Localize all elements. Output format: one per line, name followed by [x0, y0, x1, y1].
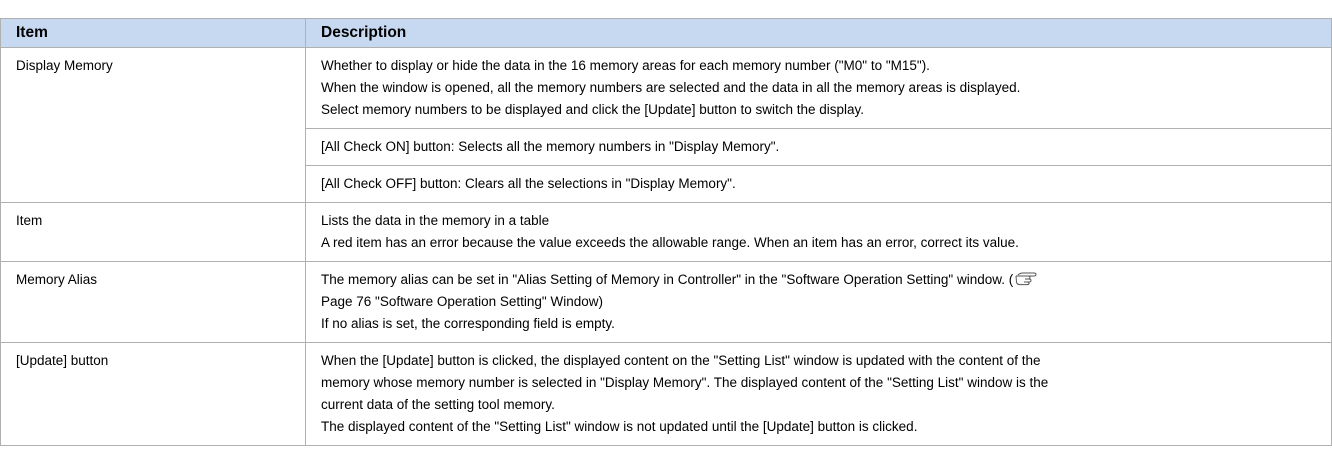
description-line: When the [Update] button is clicked, the… — [321, 353, 1041, 368]
item-cell: [Update] button — [0, 342, 306, 446]
description-cell: [All Check ON] button: Selects all the m… — [305, 128, 1332, 166]
description-text: The memory alias can be set in "Alias Se… — [321, 272, 1014, 287]
description-cell: Whether to display or hide the data in t… — [305, 47, 1332, 129]
description-cell: [All Check OFF] button: Clears all the s… — [305, 165, 1332, 203]
description-line: If no alias is set, the corresponding fi… — [321, 316, 615, 331]
item-cell: Item — [0, 202, 306, 262]
description-line: The memory alias can be set in "Alias Se… — [321, 269, 1323, 291]
description-cell: Lists the data in the memory in a table … — [305, 202, 1332, 262]
description-line: A red item has an error because the valu… — [321, 235, 1019, 250]
description-line: When the window is opened, all the memor… — [321, 80, 1021, 95]
description-line: current data of the setting tool memory. — [321, 397, 555, 412]
description-line: Whether to display or hide the data in t… — [321, 58, 930, 73]
spec-table: Item Description Display Memory Whether … — [0, 18, 1332, 446]
table-row: Display Memory Whether to display or hid… — [0, 47, 1332, 203]
description-line: Page 76 "Software Operation Setting" Win… — [321, 294, 603, 309]
description-line: [All Check OFF] button: Clears all the s… — [321, 176, 736, 191]
table-row: [Update] button When the [Update] button… — [0, 342, 1332, 446]
table-header-row: Item Description — [0, 18, 1332, 48]
description-cell: The memory alias can be set in "Alias Se… — [305, 261, 1332, 343]
description-line: [All Check ON] button: Selects all the m… — [321, 139, 780, 154]
header-item: Item — [0, 18, 306, 48]
description-cell: When the [Update] button is clicked, the… — [305, 342, 1332, 446]
table-row: Item Lists the data in the memory in a t… — [0, 202, 1332, 262]
description-line: Lists the data in the memory in a table — [321, 213, 550, 228]
item-cell: Memory Alias — [0, 261, 306, 343]
pointing-hand-icon — [1015, 271, 1037, 286]
item-cell: Display Memory — [0, 47, 306, 203]
table-row: Memory Alias The memory alias can be set… — [0, 261, 1332, 343]
description-line: Select memory numbers to be displayed an… — [321, 102, 865, 117]
description-line: memory whose memory number is selected i… — [321, 375, 1049, 390]
header-description: Description — [305, 18, 1332, 48]
description-line: The displayed content of the "Setting Li… — [321, 419, 918, 434]
